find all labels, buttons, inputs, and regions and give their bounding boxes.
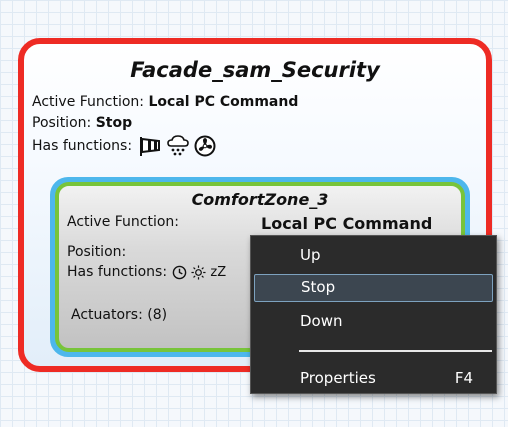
- menu-item-down-label: Down: [300, 312, 343, 330]
- position-label: Position:: [32, 115, 92, 131]
- comfort-zone-active-function-label: Active Function:: [67, 214, 180, 230]
- menu-item-properties-shortcut: F4: [454, 369, 473, 387]
- comfort-zone-has-functions-label: Has functions:: [67, 264, 168, 280]
- comfort-zone-title: ComfortZone_3: [191, 190, 329, 209]
- menu-item-up-label: Up: [300, 246, 321, 264]
- facade-active-function: Active Function: Local PC Command: [32, 94, 298, 110]
- menu-item-up[interactable]: Up: [254, 242, 493, 270]
- position-value: Stop: [95, 115, 133, 131]
- menu-item-properties[interactable]: Properties F4: [254, 365, 493, 393]
- sun-icon: [191, 264, 206, 280]
- active-function-value: Local PC Command: [148, 94, 299, 110]
- sleep-icon: zZ: [210, 265, 227, 280]
- facade-has-functions: Has functions:: [32, 135, 217, 157]
- comfort-zone-active-function-value: Local PC Command: [261, 214, 433, 233]
- active-function-label: Active Function:: [32, 94, 145, 110]
- rain-icon: [166, 135, 189, 156]
- fan-icon: [194, 135, 216, 157]
- comfort-zone-position-label: Position:: [67, 244, 127, 260]
- comfort-zone-has-functions: Has functions: zZ: [67, 264, 226, 280]
- facade-position: Position: Stop: [32, 115, 132, 131]
- clock-icon: [172, 265, 186, 279]
- facade-block-title: Facade_sam_Security: [130, 58, 380, 82]
- menu-item-stop-label: Stop: [301, 278, 336, 296]
- wind-icon: [139, 137, 160, 156]
- comfort-zone-actuators: Actuators: (8): [71, 307, 168, 323]
- menu-separator: [299, 350, 492, 352]
- context-menu: Up Stop Down Properties F4: [250, 235, 497, 394]
- has-functions-label: Has functions:: [32, 138, 133, 154]
- menu-item-properties-label: Properties: [300, 369, 376, 387]
- menu-item-stop[interactable]: Stop: [254, 274, 493, 302]
- menu-item-down[interactable]: Down: [254, 308, 493, 336]
